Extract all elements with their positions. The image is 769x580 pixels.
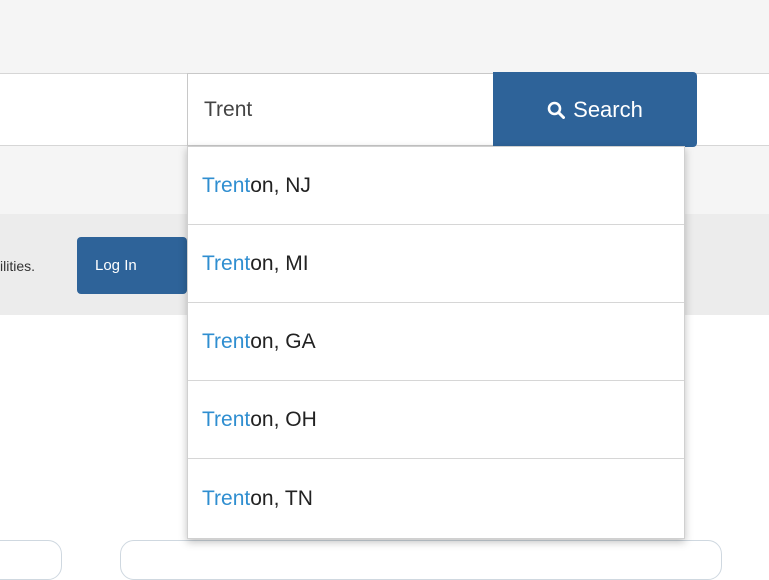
card-outline [0,540,62,580]
suggestion-item[interactable]: Trent on, NJ [188,147,684,225]
search-input[interactable] [187,73,494,146]
login-button[interactable]: Log In [77,237,187,294]
suggestion-item[interactable]: Trent on, GA [188,303,684,381]
suggestion-item[interactable]: Trent on, MI [188,225,684,303]
suggestion-match: Trent [202,329,251,353]
suggestion-rest: on, GA [250,329,316,353]
top-band [0,0,769,73]
suggestion-rest: on, TN [250,486,313,510]
card-outline [120,540,722,580]
search-button[interactable]: Search [493,72,697,147]
suggestion-match: Trent [202,486,251,510]
suggestion-item[interactable]: Trent on, OH [188,381,684,459]
suggestion-match: Trent [202,251,251,275]
suggestion-item[interactable]: Trent on, TN [188,459,684,538]
suggestion-rest: on, NJ [250,173,311,197]
notice-text: ilities. [0,258,36,274]
suggestion-match: Trent [202,407,251,431]
search-icon [547,101,566,119]
suggestion-rest: on, MI [250,251,309,275]
search-button-label: Search [573,96,643,122]
suggestion-dropdown: Trent on, NJ Trent on, MI Trent on, GA Tren… [187,146,685,539]
suggestion-match: Trent [202,173,251,197]
suggestion-rest: on, OH [250,407,317,431]
